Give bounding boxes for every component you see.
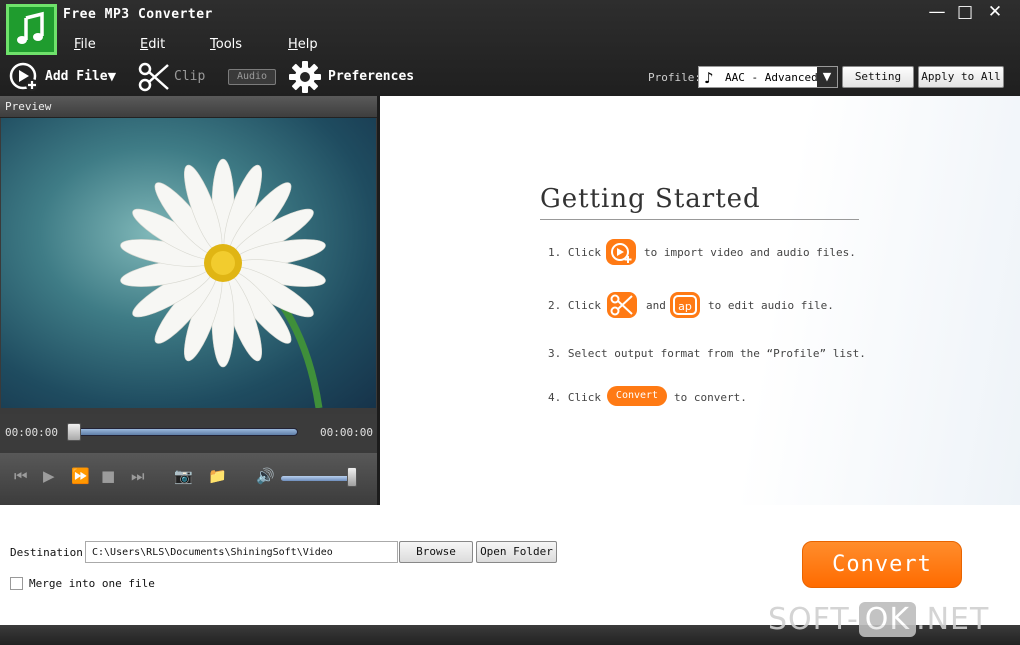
menu-help[interactable]: Help (288, 37, 318, 52)
watermark: SOFT- OK .NET (768, 602, 989, 637)
gear-icon[interactable] (288, 60, 322, 98)
close-button[interactable]: ✕ (980, 1, 1010, 25)
step2-middle: and (646, 299, 666, 312)
skip-forward-icon[interactable]: ⏭ (131, 467, 145, 485)
convert-button[interactable]: Convert (802, 541, 962, 588)
volume-thumb[interactable] (347, 467, 357, 487)
preview-video (1, 118, 376, 408)
step1-prefix: 1. Click (548, 246, 601, 259)
getting-started-panel: Getting Started 1. Click to import video… (380, 96, 1020, 505)
preview-panel: Preview 00:00:00 00:00:00 ⏮ ▶ ⏩ ■ ⏭ 📷 📁 … (0, 96, 379, 505)
preview-header: Preview (0, 96, 379, 118)
playback-controls: ⏮ ▶ ⏩ ■ ⏭ 📷 📁 🔊 (0, 453, 379, 505)
menu-tools[interactable]: Tools (210, 37, 242, 52)
title-and-toolbar: Free MP3 Converter — □ ✕ File Edit Tools… (0, 0, 1020, 96)
app-logo (6, 4, 57, 55)
step4-prefix: 4. Click (548, 391, 601, 404)
preview-title: Preview (5, 100, 52, 113)
title-divider (540, 219, 859, 220)
destination-label: Destination: (10, 546, 90, 559)
current-time: 00:00:00 (5, 426, 58, 439)
audio-edit-icon: ap (670, 292, 700, 318)
step3-text: 3. Select output format from the “Profil… (548, 347, 866, 360)
step1-suffix: to import video and audio files. (644, 246, 856, 259)
browse-button[interactable]: Browse (399, 541, 473, 563)
seek-thumb[interactable] (67, 423, 81, 441)
getting-started-title: Getting Started (540, 184, 761, 214)
seek-bar-area: 00:00:00 00:00:00 (0, 414, 379, 450)
add-file-label: Add File (45, 69, 108, 84)
skip-back-icon[interactable]: ⏮ (14, 467, 28, 485)
profile-label: Profile: (648, 71, 701, 84)
apply-to-all-button[interactable]: Apply to All (918, 66, 1004, 88)
total-time: 00:00:00 (320, 426, 373, 439)
scissors-icon (607, 292, 637, 318)
step2-prefix: 2. Click (548, 299, 601, 312)
scissors-icon[interactable] (138, 62, 170, 96)
add-file-button[interactable]: Add File▼ (45, 69, 116, 84)
music-note-icon (17, 11, 44, 44)
music-note-icon: ♪ (704, 69, 714, 87)
merge-label: Merge into one file (29, 577, 155, 590)
seek-track[interactable] (70, 428, 298, 436)
maximize-button[interactable]: □ (950, 1, 980, 25)
step2-suffix: to edit audio file. (708, 299, 834, 312)
menu-edit[interactable]: Edit (140, 37, 165, 52)
merge-checkbox[interactable] (10, 577, 23, 590)
camera-icon[interactable]: 📷 (174, 467, 193, 485)
fast-forward-icon[interactable]: ⏩ (71, 467, 90, 485)
destination-input[interactable] (85, 541, 398, 563)
daisy-image (120, 158, 326, 408)
step4-suffix: to convert. (674, 391, 747, 404)
minimize-button[interactable]: — (922, 1, 952, 25)
volume-icon[interactable]: 🔊 (256, 467, 275, 485)
folder-icon[interactable]: 📁 (208, 467, 227, 485)
open-folder-button[interactable]: Open Folder (476, 541, 557, 563)
app-title: Free MP3 Converter (63, 7, 213, 22)
watermark-left: SOFT- (768, 602, 859, 637)
menu-file[interactable]: File (74, 37, 96, 52)
add-file-dropdown-icon[interactable]: ▼ (108, 70, 116, 83)
clip-button[interactable]: Clip (174, 69, 205, 84)
chevron-down-icon[interactable]: ▼ (817, 67, 837, 87)
watermark-ok: OK (858, 602, 917, 637)
svg-text:ap: ap (678, 300, 692, 313)
play-icon[interactable]: ▶ (43, 467, 55, 485)
watermark-right: .NET (916, 602, 990, 637)
setting-button[interactable]: Setting (842, 66, 914, 88)
volume-slider[interactable] (281, 476, 353, 481)
add-file-icon[interactable] (8, 61, 40, 97)
stop-icon[interactable]: ■ (101, 467, 115, 485)
convert-hint-pill: Convert (607, 386, 667, 406)
profile-select[interactable]: ♪ AAC - Advanced ▼ (698, 66, 838, 88)
profile-value: AAC - Advanced (725, 71, 818, 84)
audio-button[interactable]: Audio (228, 69, 276, 85)
add-file-icon (606, 239, 636, 265)
preferences-button[interactable]: Preferences (328, 69, 414, 84)
